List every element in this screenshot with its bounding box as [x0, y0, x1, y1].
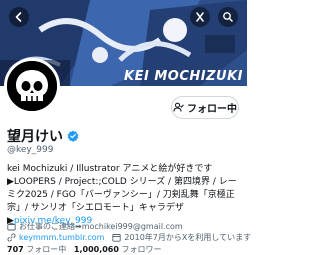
user-handle: @key_999	[7, 145, 54, 155]
profile-meta: keymmm.tumblr.com 2010年7月からXを利用しています	[7, 232, 251, 243]
grok-icon	[196, 12, 204, 22]
skull-avatar-image	[7, 61, 57, 111]
joined-date: 2010年7月からXを利用しています	[124, 233, 252, 242]
grok-button[interactable]	[190, 7, 210, 27]
briefcase-icon	[7, 222, 16, 231]
link-icon	[7, 233, 16, 242]
bio: kei Mochizuki / Illustrator アニメと絵が好きです ▶…	[7, 163, 243, 228]
arrow-left-icon	[15, 12, 22, 22]
person-check-icon	[173, 102, 184, 112]
back-button[interactable]	[9, 7, 29, 27]
display-name-row: 望月けい	[7, 126, 79, 146]
website-link[interactable]: keymmm.tumblr.com	[19, 233, 104, 242]
search-button[interactable]	[218, 7, 238, 27]
following-button[interactable]: フォロー中	[171, 96, 239, 119]
calendar-icon	[112, 234, 122, 242]
job-contact-text: お仕事のご連絡➡mochikei999@gmail.com	[19, 222, 183, 231]
following-button-label: フォロー中	[187, 104, 237, 115]
verified-badge-icon[interactable]	[67, 130, 79, 142]
banner-title: KEI MOCHIZUKI	[124, 69, 243, 84]
professional-category: お仕事のご連絡➡mochikei999@gmail.com	[7, 221, 183, 232]
display-name: 望月けい	[7, 129, 63, 145]
avatar[interactable]	[4, 58, 60, 114]
search-icon	[223, 12, 233, 22]
